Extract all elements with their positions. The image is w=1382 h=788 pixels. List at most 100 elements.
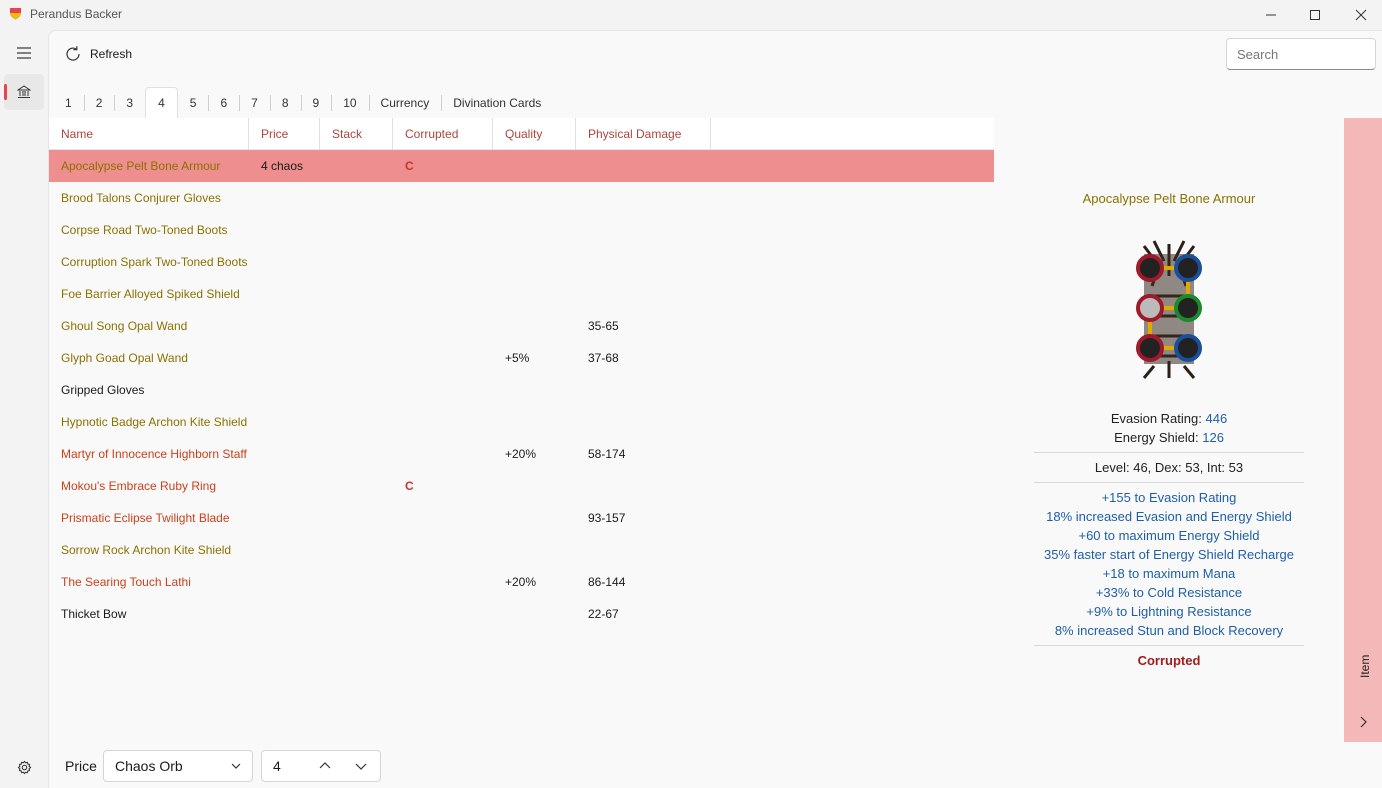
- table-row[interactable]: Martyr of Innocence Highborn Staff +20% 58…: [49, 438, 994, 470]
- cell-quality: +5%: [505, 351, 530, 365]
- table-body: Apocalypse Pelt Bone Armour 4 chaos C Brood…: [49, 150, 994, 630]
- minimize-icon: [1266, 14, 1276, 16]
- cell-quality: [493, 534, 505, 566]
- table-row[interactable]: Glyph Goad Opal Wand +5% 37-68: [49, 342, 994, 374]
- navigation-rail: [0, 30, 48, 788]
- item-mod: +9% to Lightning Resistance: [1086, 604, 1252, 619]
- cell-price: [249, 566, 261, 598]
- table-row[interactable]: Sorrow Rock Archon Kite Shield: [49, 534, 994, 566]
- table-row[interactable]: Foe Barrier Alloyed Spiked Shield: [49, 278, 994, 310]
- tab-currency[interactable]: Currency: [368, 87, 442, 118]
- maximize-button[interactable]: [1292, 0, 1338, 30]
- cell-price: [249, 246, 261, 278]
- cell-corrupted: [393, 374, 405, 406]
- cell-name: Gripped Gloves: [61, 383, 145, 397]
- cell-price: [249, 278, 261, 310]
- cell-price: [249, 406, 261, 438]
- table-row[interactable]: Mokou's Embrace Ruby Ring C: [49, 470, 994, 502]
- minimize-button[interactable]: [1248, 0, 1294, 30]
- item-mod: +155 to Evasion Rating: [1101, 490, 1237, 505]
- item-image: [1136, 240, 1202, 379]
- search-input[interactable]: [1226, 38, 1376, 70]
- cell-price: [249, 470, 261, 502]
- tab-10[interactable]: 10: [331, 87, 368, 118]
- table-row[interactable]: Ghoul Song Opal Wand 35-65: [49, 310, 994, 342]
- table-row[interactable]: Corruption Spark Two-Toned Boots: [49, 246, 994, 278]
- tab-9[interactable]: 9: [300, 87, 332, 118]
- tab-divination-cards[interactable]: Divination Cards: [441, 87, 553, 118]
- stash-tab-strip: 1 2 3 4 5 6 7 8 9 10 Currency Divination…: [53, 87, 553, 118]
- cell-stack: [320, 438, 332, 470]
- tab-7[interactable]: 7: [239, 87, 270, 118]
- table-row[interactable]: Corpse Road Two-Toned Boots: [49, 214, 994, 246]
- table-row[interactable]: The Searing Touch Lathi +20% 86-144: [49, 566, 994, 598]
- close-button[interactable]: [1338, 0, 1382, 30]
- window-title: Perandus Backer: [30, 7, 123, 21]
- cell-stack: [320, 406, 332, 438]
- price-amount-stepper[interactable]: 4: [261, 750, 381, 782]
- evasion-rating-value: 446: [1205, 411, 1228, 426]
- refresh-button[interactable]: Refresh: [64, 42, 132, 66]
- cell-price: [249, 438, 261, 470]
- cell-name: Hypnotic Badge Archon Kite Shield: [61, 415, 248, 429]
- title-bar: Perandus Backer: [0, 0, 1382, 30]
- item-pane-toggle[interactable]: Item: [1344, 118, 1382, 742]
- column-header-physical-damage[interactable]: Physical Damage: [576, 118, 711, 150]
- cell-stack: [320, 150, 332, 182]
- table-row[interactable]: Gripped Gloves: [49, 374, 994, 406]
- tab-4[interactable]: 4: [145, 87, 178, 118]
- column-header-quality[interactable]: Quality: [493, 118, 576, 150]
- column-header-stack[interactable]: Stack: [320, 118, 393, 150]
- item-name: Apocalypse Pelt Bone Armour: [1082, 191, 1256, 206]
- column-header-name[interactable]: Name: [49, 118, 249, 150]
- tab-6[interactable]: 6: [208, 87, 239, 118]
- table-header: Name Price Stack Corrupted Quality Physi…: [49, 118, 994, 150]
- cell-stack: [320, 502, 332, 534]
- column-header-corrupted[interactable]: Corrupted: [393, 118, 493, 150]
- cell-quality: [493, 246, 505, 278]
- chevron-up-icon[interactable]: [318, 759, 332, 773]
- cell-physical-damage: [576, 406, 588, 438]
- chevron-down-icon[interactable]: [354, 759, 368, 773]
- evasion-rating-line: Evasion Rating: 446: [1034, 411, 1304, 426]
- column-header-price[interactable]: Price: [249, 118, 320, 150]
- item-mod: +18 to maximum Mana: [1102, 566, 1236, 581]
- cell-name: Brood Talons Conjurer Gloves: [61, 191, 221, 205]
- maximize-icon: [1310, 10, 1320, 20]
- nav-item-stash[interactable]: [4, 74, 44, 110]
- currency-select[interactable]: Chaos Orb: [103, 750, 253, 782]
- energy-shield-label: Energy Shield:: [1114, 430, 1203, 445]
- menu-toggle-button[interactable]: [4, 35, 44, 71]
- settings-button[interactable]: [4, 749, 44, 785]
- tab-5[interactable]: 5: [178, 87, 209, 118]
- cell-physical-damage: 93-157: [588, 511, 626, 525]
- cell-corrupted: [393, 342, 405, 374]
- cell-corrupted: [393, 246, 405, 278]
- table-row[interactable]: Apocalypse Pelt Bone Armour 4 chaos C: [49, 150, 994, 182]
- table-row[interactable]: Hypnotic Badge Archon Kite Shield: [49, 406, 994, 438]
- corrupted-label: Corrupted: [1137, 653, 1201, 668]
- table-row[interactable]: Brood Talons Conjurer Gloves: [49, 182, 994, 214]
- tab-8[interactable]: 8: [269, 87, 301, 118]
- cell-name: Ghoul Song Opal Wand: [61, 319, 188, 333]
- cell-stack: [320, 470, 332, 502]
- cell-corrupted: [393, 278, 405, 310]
- tab-2[interactable]: 2: [83, 87, 115, 118]
- table-row[interactable]: Thicket Bow 22-67: [49, 598, 994, 630]
- cell-stack: [320, 534, 332, 566]
- cell-name: Martyr of Innocence Highborn Staff: [61, 447, 247, 461]
- cell-physical-damage: [576, 374, 588, 406]
- tab-1[interactable]: 1: [53, 87, 84, 118]
- evasion-rating-label: Evasion Rating:: [1110, 411, 1206, 426]
- bank-icon: [17, 85, 31, 98]
- table-row[interactable]: Prismatic Eclipse Twilight Blade 93-157: [49, 502, 994, 534]
- cell-physical-damage: [576, 246, 588, 278]
- cell-name: Corruption Spark Two-Toned Boots: [61, 255, 248, 269]
- separator: [1034, 645, 1304, 646]
- refresh-label: Refresh: [90, 47, 133, 61]
- items-table: Name Price Stack Corrupted Quality Physi…: [49, 118, 994, 738]
- cell-corrupted: C: [405, 479, 414, 493]
- cell-quality: +20%: [505, 575, 537, 589]
- separator: [1034, 482, 1304, 483]
- tab-3[interactable]: 3: [114, 87, 145, 118]
